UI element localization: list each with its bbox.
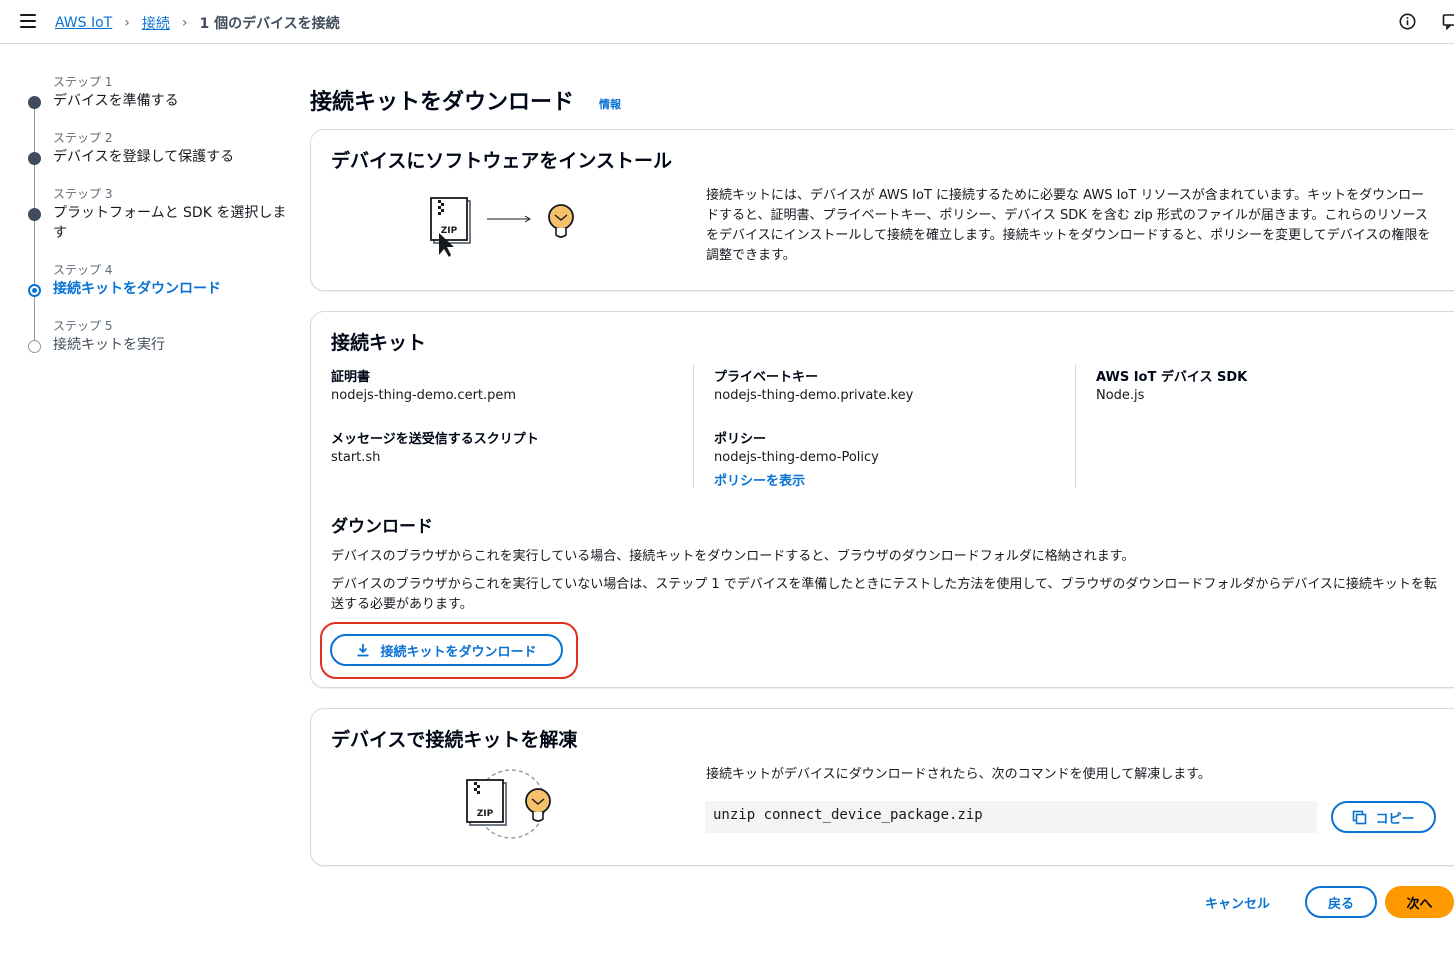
- copy-button[interactable]: コピー: [1331, 801, 1436, 833]
- menu-icon[interactable]: [20, 14, 36, 28]
- step-number: ステップ 3: [53, 187, 113, 201]
- step-number: ステップ 2: [53, 131, 113, 145]
- script-value: start.sh: [331, 450, 381, 465]
- download-kit-button[interactable]: 接続キットをダウンロード: [330, 634, 563, 666]
- policy-label: ポリシー: [714, 432, 767, 447]
- step-2-title[interactable]: デバイスを登録して保護する: [53, 147, 288, 167]
- card-title: デバイスで接続キットを解凍: [331, 729, 578, 751]
- zip-label: ZIP: [441, 226, 458, 236]
- step-pending-indicator: [28, 340, 41, 353]
- sdk-label: AWS IoT デバイス SDK: [1096, 370, 1248, 385]
- download-kit-button-label: 接続キットをダウンロード: [380, 644, 537, 660]
- download-paragraph-1: デバイスのブラウザからこれを実行している場合、接続キットをダウンロードすると、ブ…: [331, 549, 1135, 564]
- unzip-illustration: ZIP: [466, 769, 551, 839]
- back-button-label: 戻る: [1327, 896, 1354, 912]
- column-divider: [1075, 364, 1076, 488]
- next-button[interactable]: 次へ: [1385, 886, 1454, 918]
- unzip-kit-card: デバイスで接続キットを解凍 ZIP 接続キットがデバイスにダウンロードされたら、…: [310, 708, 1454, 866]
- card-title: デバイスにソフトウェアをインストール: [331, 150, 673, 172]
- private-key-label: プライベートキー: [714, 370, 819, 385]
- cancel-button[interactable]: キャンセル: [1205, 893, 1270, 912]
- download-paragraph-2: デバイスのブラウザからこれを実行していない場合は、ステップ 1 でデバイスを準備…: [331, 577, 1437, 612]
- card-title: 接続キット: [331, 332, 427, 354]
- back-button[interactable]: 戻る: [1305, 886, 1377, 918]
- step-active-indicator: [28, 284, 41, 297]
- install-software-card: デバイスにソフトウェアをインストール ZIP 接続キットには、デバイスが AWS…: [310, 129, 1454, 291]
- step-completed-indicator: [28, 208, 41, 221]
- page-title: 接続キットをダウンロード: [310, 90, 575, 115]
- step-connector: [34, 108, 35, 154]
- next-button-label: 次へ: [1406, 896, 1433, 912]
- zip-to-device-illustration: ZIP: [430, 197, 574, 257]
- copy-icon: [1353, 810, 1367, 824]
- chevron-right-icon: ›: [124, 15, 130, 31]
- script-label: メッセージを送受信するスクリプト: [331, 432, 539, 447]
- column-divider: [693, 364, 694, 488]
- info-link[interactable]: 情報: [599, 96, 621, 112]
- download-icon: [357, 644, 369, 657]
- breadcrumb-aws-iot[interactable]: AWS IoT: [55, 15, 112, 31]
- sdk-value: Node.js: [1096, 388, 1145, 403]
- step-number: ステップ 4: [53, 263, 113, 277]
- step-number: ステップ 5: [53, 319, 113, 333]
- top-navigation-bar: AWS IoT › 接続 › 1 個のデバイスを接続: [0, 0, 1454, 44]
- chevron-right-icon: ›: [181, 15, 188, 31]
- step-connector: [34, 220, 35, 284]
- zip-label: ZIP: [477, 809, 494, 819]
- step-4-title: 接続キットをダウンロード: [53, 281, 221, 297]
- feedback-icon[interactable]: [1442, 13, 1454, 30]
- step-5-title: 接続キットを実行: [53, 337, 165, 353]
- breadcrumb-current: 1 個のデバイスを接続: [199, 16, 340, 32]
- step-completed-indicator: [28, 96, 41, 109]
- private-key-value: nodejs-thing-demo.private.key: [714, 388, 914, 403]
- info-icon[interactable]: [1399, 13, 1416, 30]
- policy-value: nodejs-thing-demo-Policy: [714, 450, 879, 465]
- breadcrumb-connect[interactable]: 接続: [142, 13, 170, 33]
- certificate-label: 証明書: [331, 370, 371, 385]
- step-connector: [34, 164, 35, 210]
- download-section-title: ダウンロード: [331, 517, 433, 537]
- view-policy-link[interactable]: ポリシーを表示: [714, 470, 805, 489]
- step-3-title[interactable]: プラットフォームと SDK を選択します: [53, 203, 288, 243]
- breadcrumb: AWS IoT › 接続 › 1 個のデバイスを接続: [55, 13, 340, 33]
- step-1-title[interactable]: デバイスを準備する: [53, 91, 288, 111]
- copy-button-label: コピー: [1375, 811, 1415, 827]
- step-connector: [34, 297, 35, 341]
- step-completed-indicator: [28, 152, 41, 165]
- unzip-command: unzip connect_device_package.zip: [705, 801, 1317, 833]
- unzip-description: 接続キットがデバイスにダウンロードされたら、次のコマンドを使用して解凍します。: [706, 767, 1211, 782]
- certificate-value: nodejs-thing-demo.cert.pem: [331, 388, 517, 403]
- install-description: 接続キットには、デバイスが AWS IoT に接続するために必要な AWS Io…: [706, 188, 1431, 263]
- step-number: ステップ 1: [53, 75, 113, 89]
